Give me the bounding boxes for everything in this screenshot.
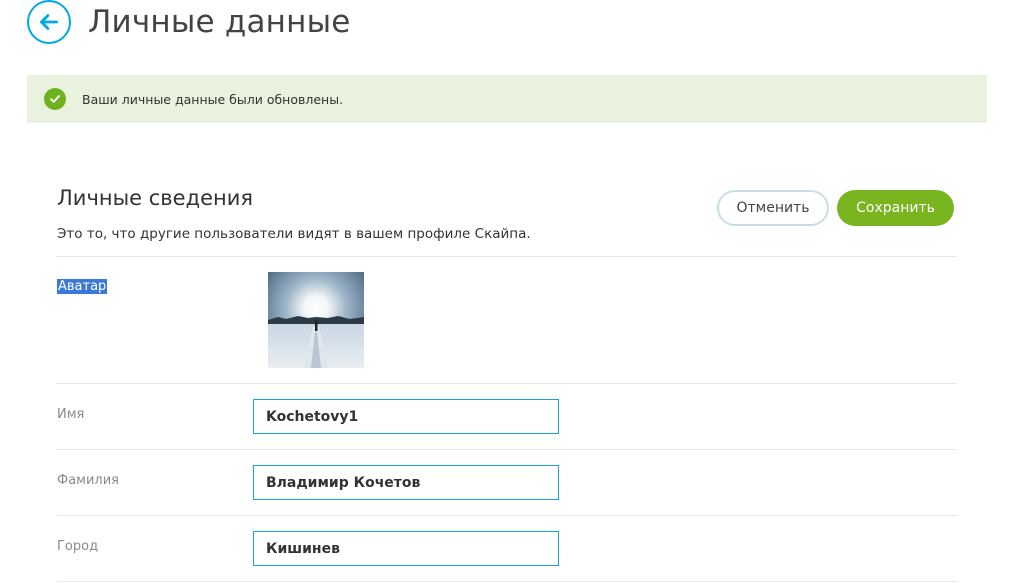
notice-message: Ваши личные данные были обновлены. — [82, 91, 344, 107]
divider — [57, 581, 957, 582]
first-name-input[interactable] — [253, 399, 559, 434]
cancel-button[interactable]: Отменить — [717, 190, 829, 226]
first-name-label: Имя — [57, 407, 85, 422]
profile-page: Личные данные Ваши личные данные были об… — [0, 0, 1027, 588]
section-title: Личные сведения — [57, 186, 254, 210]
page-title: Личные данные — [88, 4, 351, 40]
divider — [57, 449, 957, 450]
avatar-image[interactable] — [268, 272, 364, 368]
last-name-label: Фамилия — [57, 473, 119, 488]
section-subtitle: Это то, что другие пользователи видят в … — [57, 226, 531, 242]
avatar-label: Аватар — [57, 279, 108, 294]
divider — [57, 383, 957, 384]
avatar-snow-landscape — [268, 272, 364, 368]
arrow-left-icon — [40, 14, 58, 30]
check-circle-icon — [44, 88, 66, 110]
success-notice: Ваши личные данные были обновлены. — [27, 75, 987, 123]
last-name-input[interactable] — [253, 465, 559, 500]
city-label: Город — [57, 539, 99, 554]
save-button[interactable]: Сохранить — [837, 190, 954, 226]
city-input[interactable] — [253, 531, 559, 566]
back-button[interactable] — [27, 0, 71, 44]
divider — [57, 515, 957, 516]
divider — [57, 256, 957, 257]
